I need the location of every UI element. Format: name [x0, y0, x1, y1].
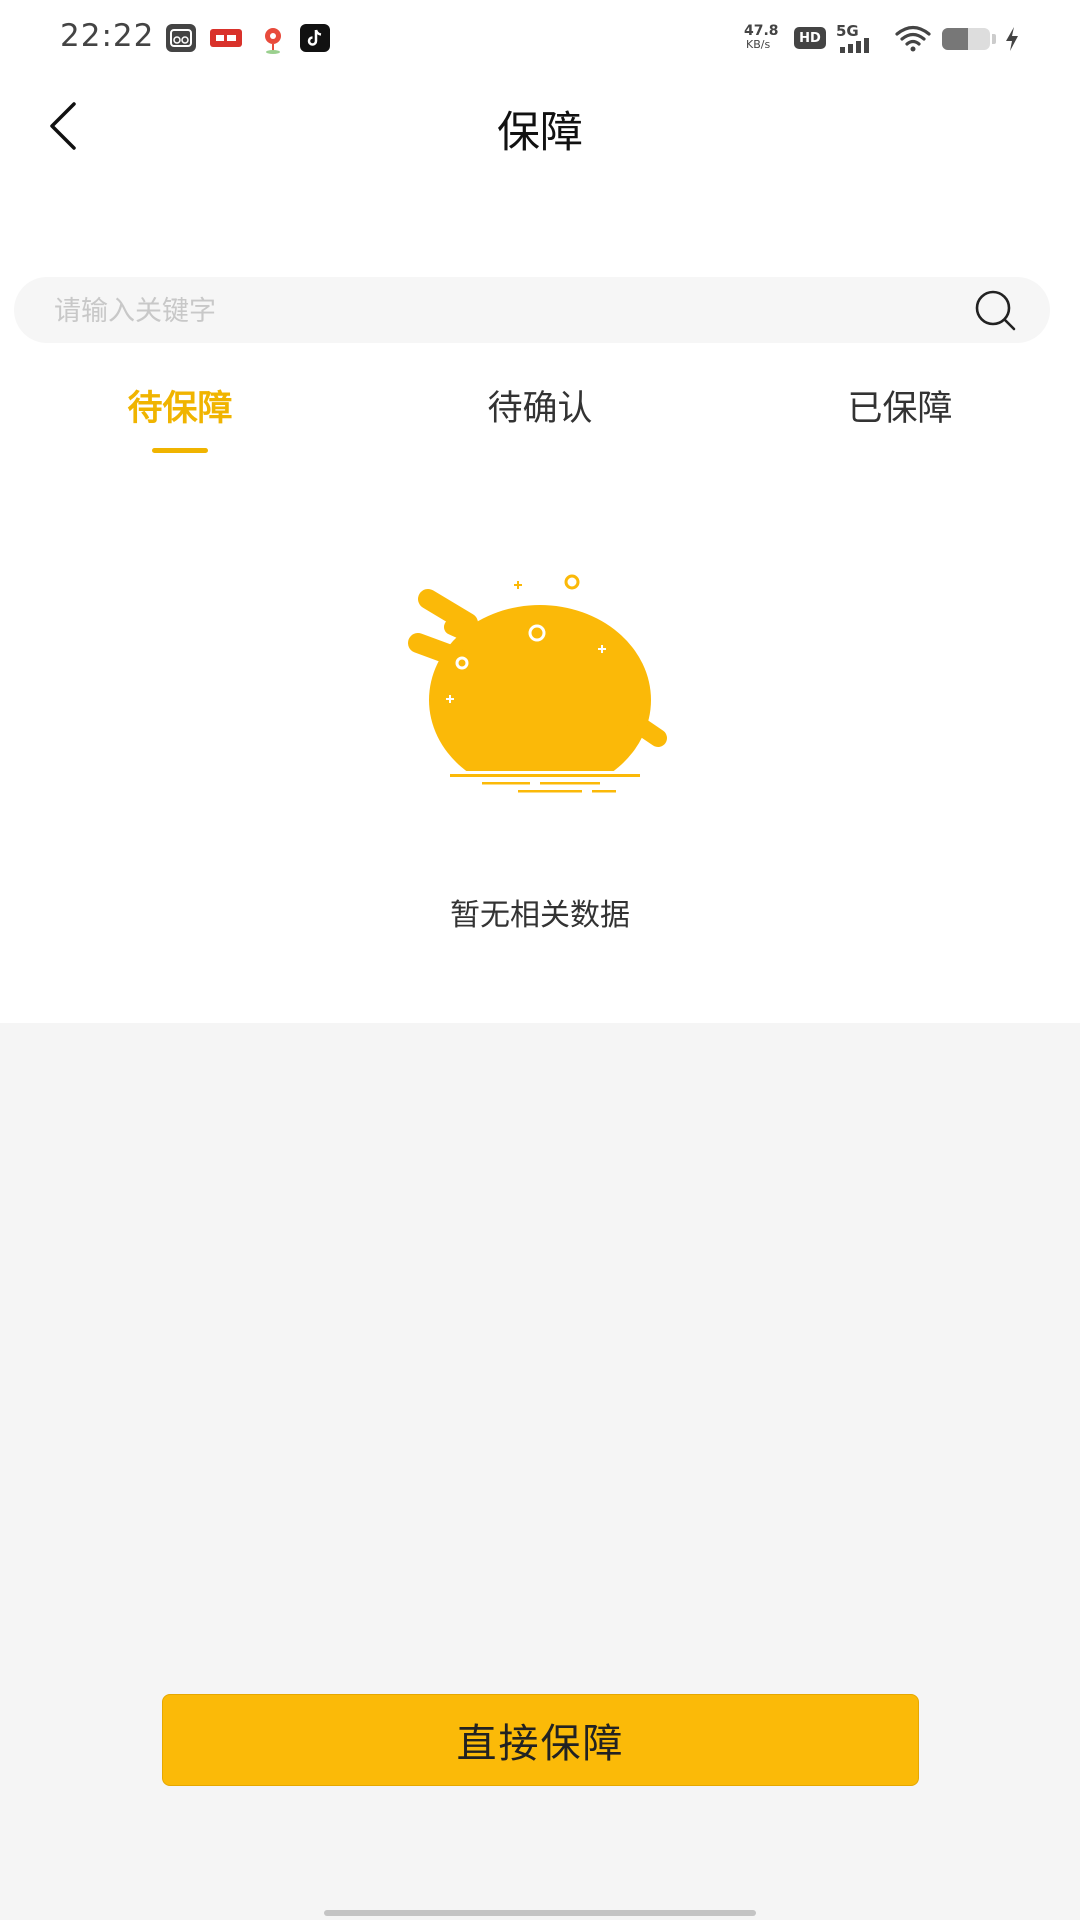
- page-title: 保障: [497, 108, 583, 158]
- toutiao-app-icon: [210, 29, 242, 47]
- tab-pending-protection[interactable]: 待保障: [90, 380, 270, 460]
- status-bar: 22:22 47.8 KB/s HD 5G: [0, 0, 1080, 76]
- home-indicator[interactable]: [324, 1910, 756, 1916]
- status-time: 22:22: [60, 18, 155, 54]
- search-icon: [975, 290, 1016, 331]
- signal-bars-icon: [840, 38, 869, 53]
- tab-label: 待保障: [127, 389, 233, 429]
- search-bar: [14, 277, 1050, 343]
- tiktok-app-icon: [300, 24, 330, 52]
- charging-icon: [1004, 26, 1020, 56]
- empty-state-message: 暂无相关数据: [450, 898, 630, 933]
- tab-label: 已保障: [847, 389, 953, 429]
- search-button[interactable]: [970, 287, 1020, 335]
- net-speed-value: 47.8: [744, 23, 779, 39]
- tab-label: 待确认: [487, 389, 593, 429]
- battery-tip: [992, 34, 996, 44]
- top-nav-bar: 保障: [0, 76, 1080, 176]
- gallery-app-icon: [166, 24, 196, 52]
- tab-protected[interactable]: 已保障: [810, 380, 990, 460]
- active-tab-indicator: [152, 448, 208, 453]
- button-label: 直接保障: [456, 1721, 625, 1767]
- net-speed-unit: KB/s: [746, 38, 771, 51]
- location-app-icon: [260, 26, 286, 58]
- wifi-icon: [894, 24, 932, 56]
- tab-pending-confirmation[interactable]: 待确认: [450, 380, 630, 460]
- search-input[interactable]: [52, 285, 936, 337]
- battery-level: [942, 28, 969, 50]
- hd-badge: HD: [794, 27, 826, 49]
- battery-icon: [942, 28, 990, 50]
- direct-protection-button[interactable]: 直接保障: [162, 1694, 919, 1786]
- empty-sun-illustration: [400, 574, 680, 805]
